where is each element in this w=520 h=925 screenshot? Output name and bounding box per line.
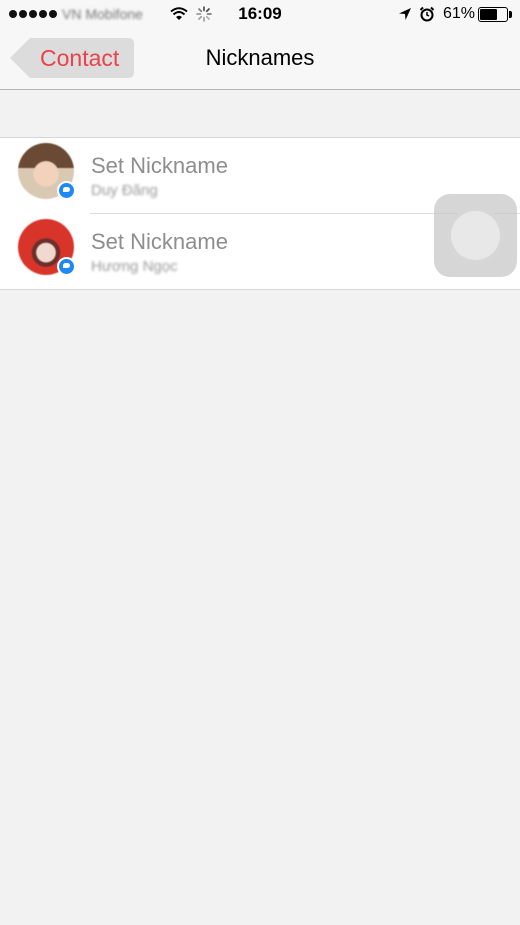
set-nickname-label: Set Nickname (91, 229, 228, 254)
assistive-touch-button[interactable] (434, 194, 517, 277)
contact-name: Duy Đăng (91, 182, 158, 199)
messenger-badge-icon (57, 257, 76, 276)
page-title: Nicknames (205, 45, 315, 70)
contact-name: Hương Ngọc (91, 258, 178, 275)
battery-icon (478, 7, 508, 22)
alarm-icon (419, 6, 435, 22)
clock: 16:09 (238, 4, 282, 23)
location-icon (399, 8, 411, 20)
status-bar: VN Mobifone 16:09 61% (0, 0, 520, 30)
assistive-touch-icon (451, 211, 500, 260)
battery-percentage: 61% (443, 5, 476, 22)
messenger-badge-icon (57, 181, 76, 200)
set-nickname-label: Set Nickname (91, 153, 228, 178)
battery-tip (509, 11, 512, 18)
battery-fill (480, 9, 498, 20)
navigation-bar: Contact Nicknames (0, 30, 520, 90)
